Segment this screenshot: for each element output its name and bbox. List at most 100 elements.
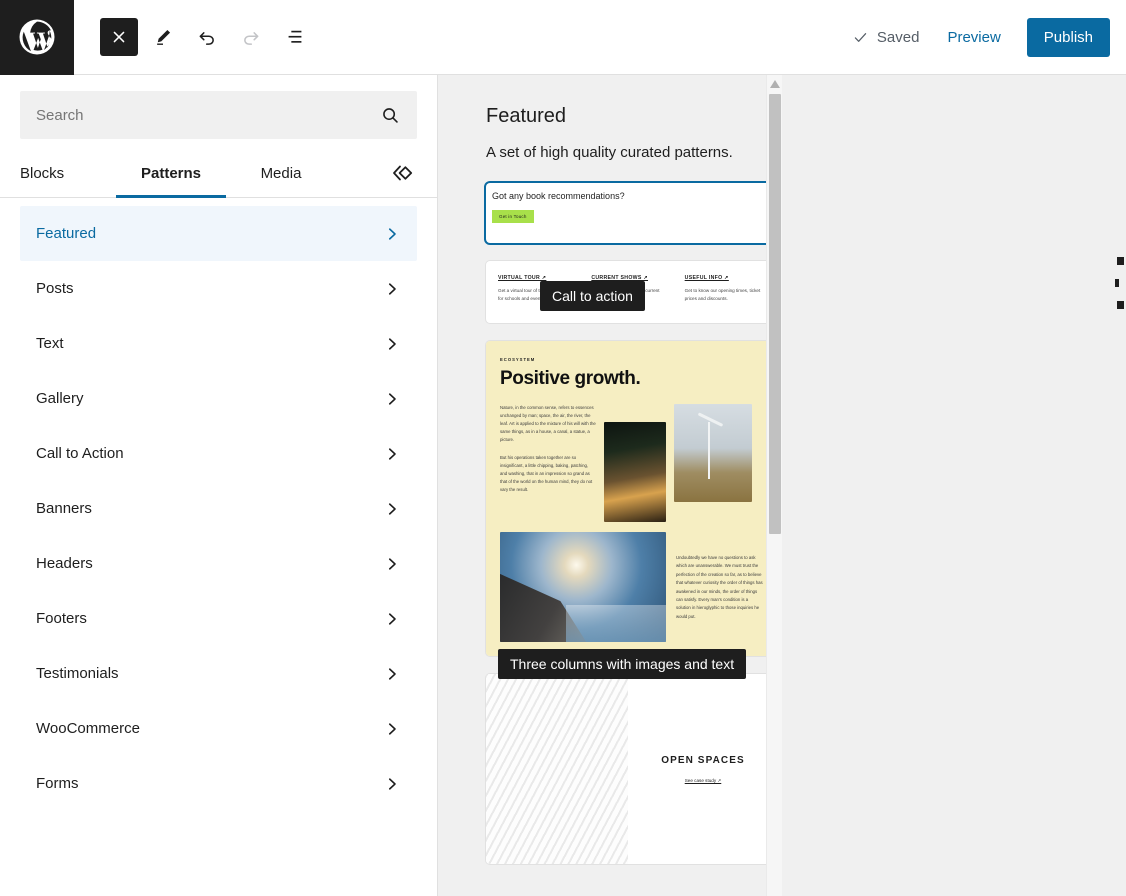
checkmark-icon — [854, 32, 867, 42]
chevron-right-icon — [383, 225, 401, 243]
category-item-text[interactable]: Text — [20, 316, 417, 371]
preview-vertical-scrollbar[interactable] — [766, 75, 782, 896]
pattern-preview-pane: Featured A set of high quality curated p… — [438, 75, 1126, 896]
double-chevron-left-icon[interactable] — [389, 149, 417, 197]
positive-growth-paragraph-3: Undoubtedly we have no questions to ask … — [676, 555, 763, 619]
redo-button[interactable] — [232, 18, 270, 56]
saved-label: Saved — [876, 28, 920, 46]
category-item-headers[interactable]: Headers — [20, 536, 417, 591]
category-item-testimonials[interactable]: Testimonials — [20, 646, 417, 701]
coastal-sunset-image — [500, 532, 666, 643]
pattern-card[interactable]: ECOSYSTEM Positive growth. Nature, in th… — [486, 341, 778, 657]
wordpress-logo-icon — [19, 19, 55, 55]
chevron-right-icon — [383, 665, 401, 683]
category-item-footers[interactable]: Footers — [20, 591, 417, 646]
chevron-right-icon — [383, 720, 401, 738]
chevron-right-icon — [383, 500, 401, 518]
category-label: Forms — [36, 775, 79, 792]
undo-button[interactable] — [188, 18, 226, 56]
list-view-icon — [288, 30, 302, 43]
category-item-call-to-action[interactable]: Call to Action — [20, 426, 417, 481]
close-inserter-button[interactable] — [100, 18, 138, 56]
link-column-heading: USEFUL INFO ↗ — [684, 275, 729, 281]
open-spaces-body: OPEN SPACES See case study ↗ — [486, 674, 778, 865]
category-label: Featured — [36, 225, 97, 242]
preview-button[interactable]: Preview — [931, 21, 1016, 54]
chevron-right-icon — [383, 555, 401, 573]
block-inserter-panel: Blocks Patterns Media Featured — [0, 75, 438, 896]
edit-tool-button[interactable] — [144, 18, 182, 56]
category-item-forms[interactable]: Forms — [20, 756, 417, 811]
category-item-woocommerce[interactable]: WooCommerce — [20, 701, 417, 756]
pattern-category-list[interactable]: Featured Posts Text Gallery Call to Acti… — [0, 198, 437, 896]
tabs-spacer — [336, 149, 389, 197]
category-label: Gallery — [36, 390, 84, 407]
chevron-right-icon — [383, 335, 401, 353]
tooltip-three-columns: Three columns with images and text — [498, 649, 747, 680]
search-section — [0, 75, 437, 139]
tab-blocks[interactable]: Blocks — [20, 149, 116, 197]
link-column-text: Get to know our opening times, ticket pr… — [684, 288, 761, 302]
link-column[interactable]: USEFUL INFO ↗ Get to know our opening ti… — [685, 275, 766, 303]
header-toolbar — [100, 18, 314, 56]
chevron-right-icon — [383, 610, 401, 628]
category-label: Posts — [36, 280, 74, 297]
wordpress-block-editor: Saved Preview Publish Search Blocks Patt… — [0, 0, 1126, 896]
open-spaces-image — [486, 674, 628, 865]
tab-media[interactable]: Media — [226, 149, 336, 197]
category-item-banners[interactable]: Banners — [20, 481, 417, 536]
positive-growth-paragraph-2: But his operations taken together are so… — [500, 454, 593, 492]
cta-button[interactable]: Get in Touch — [492, 210, 534, 224]
wind-turbine-image — [674, 404, 752, 503]
category-label: WooCommerce — [36, 720, 140, 737]
open-spaces-title: OPEN SPACES — [661, 754, 745, 766]
saved-status-button[interactable]: Saved — [840, 29, 932, 46]
category-label: Testimonials — [36, 665, 119, 682]
header-actions: Saved Preview Publish — [840, 17, 1126, 57]
tab-patterns[interactable]: Patterns — [116, 149, 226, 198]
pattern-call-to-action[interactable]: Got any book recommendations? Get in Tou… — [486, 183, 778, 311]
chevron-right-icon — [383, 280, 401, 298]
forest-image — [604, 422, 666, 523]
pattern-open-spaces[interactable]: OPEN SPACES See case study ↗ — [486, 674, 778, 865]
close-icon — [113, 31, 125, 43]
edge-marker — [1117, 257, 1124, 265]
chevron-right-icon — [383, 390, 401, 408]
wordpress-logo-button[interactable] — [0, 0, 74, 75]
preview-category-subtitle: A set of high quality curated patterns. — [486, 144, 733, 161]
category-item-featured[interactable]: Featured — [20, 206, 417, 261]
pattern-card[interactable]: OPEN SPACES See case study ↗ — [486, 674, 778, 865]
edge-marker — [1117, 301, 1124, 309]
redo-arrow-icon — [244, 32, 259, 45]
positive-growth-paragraph-1: Nature, in the common sense, refers to e… — [500, 405, 596, 442]
editor-header: Saved Preview Publish — [0, 0, 1126, 75]
editor-body: Blocks Patterns Media Featured — [0, 75, 1126, 896]
list-view-button[interactable] — [276, 18, 314, 56]
publish-button[interactable]: Publish — [1026, 17, 1110, 57]
category-item-posts[interactable]: Posts — [20, 261, 417, 316]
search-field[interactable] — [20, 91, 417, 139]
undo-arrow-icon — [199, 32, 214, 45]
chevron-right-icon — [383, 445, 401, 463]
scrollbar-thumb[interactable] — [769, 94, 781, 534]
pencil-icon — [157, 29, 171, 45]
edge-marker — [1115, 279, 1119, 287]
scroll-up-arrow-icon[interactable] — [767, 75, 782, 92]
category-label: Footers — [36, 610, 87, 627]
open-spaces-content: OPEN SPACES See case study ↗ — [628, 674, 778, 864]
pattern-positive-growth[interactable]: ECOSYSTEM Positive growth. Nature, in th… — [486, 341, 778, 680]
inserter-tabs: Blocks Patterns Media — [0, 149, 437, 198]
pattern-card[interactable]: Got any book recommendations? Get in Tou… — [486, 183, 778, 243]
category-label: Call to Action — [36, 445, 124, 462]
chevron-right-icon — [383, 775, 401, 793]
cta-pattern-body: Got any book recommendations? Get in Tou… — [486, 183, 778, 243]
positive-growth-eyebrow: ECOSYSTEM — [500, 357, 536, 363]
search-icon — [380, 105, 417, 126]
category-label: Banners — [36, 500, 92, 517]
category-item-gallery[interactable]: Gallery — [20, 371, 417, 426]
open-spaces-link[interactable]: See case study ↗ — [685, 778, 722, 784]
pattern-preview-scroll: Featured A set of high quality curated p… — [438, 75, 778, 865]
positive-growth-body: ECOSYSTEM Positive growth. Nature, in th… — [486, 341, 778, 657]
positive-growth-row-top: Nature, in the common sense, refers to e… — [500, 404, 764, 523]
search-input[interactable] — [20, 91, 380, 139]
